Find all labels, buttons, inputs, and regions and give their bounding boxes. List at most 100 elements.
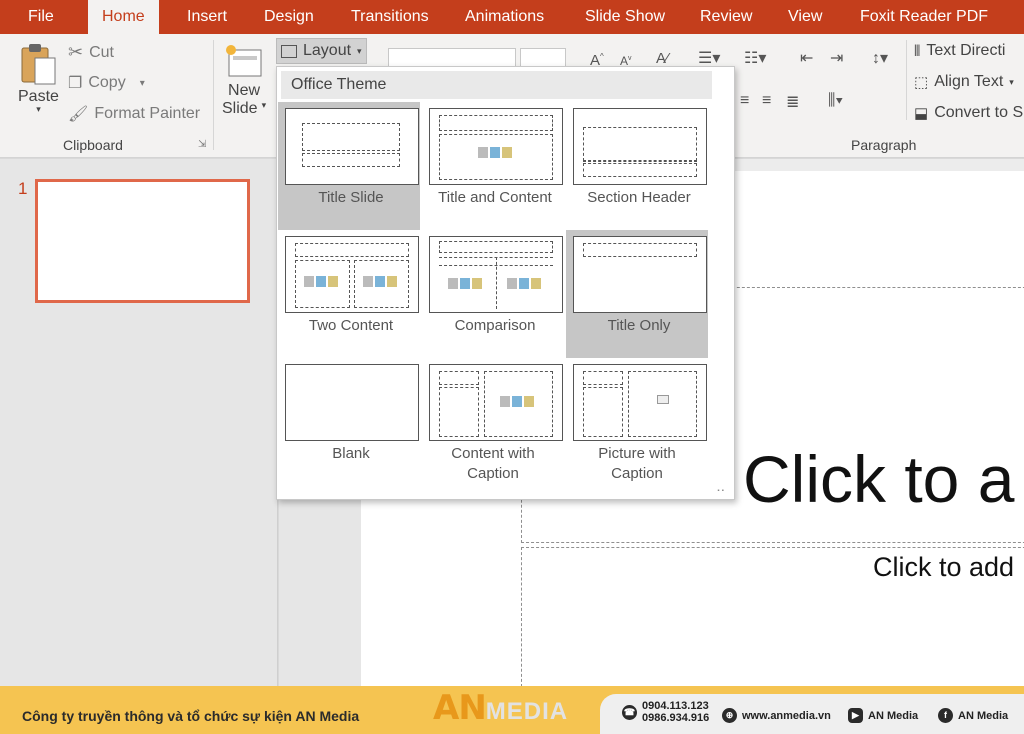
layout-item-title-and-content[interactable]: Title and Content	[422, 102, 564, 230]
new-slide-button[interactable]: New Slide ▾	[222, 42, 266, 118]
justify-icon[interactable]: ≣	[786, 92, 799, 112]
copy-label: Copy	[88, 74, 126, 91]
format-painter-label: Format Painter	[94, 105, 201, 122]
layout-thumb-blank	[285, 364, 419, 441]
align-text-label: Align Text	[934, 73, 1004, 90]
line-spacing-icon[interactable]: ↕▾	[872, 48, 888, 68]
increase-indent-icon[interactable]: ⇥	[830, 48, 843, 68]
align-text-button[interactable]: ⬚ Align Text ▾	[914, 73, 1014, 91]
columns-icon[interactable]: ⫼▾	[828, 92, 843, 110]
footer-website: ⊕ www.anmedia.vn	[722, 708, 831, 723]
numbering-icon[interactable]: ☷▾	[744, 48, 766, 68]
layout-item-title-only[interactable]: Title Only	[566, 230, 708, 358]
layout-label: Layout	[303, 42, 352, 59]
globe-icon: ⊕	[722, 708, 737, 723]
layout-label-picture-with-caption: Picture with Caption	[566, 444, 708, 484]
bullets-icon[interactable]: ☰▾	[698, 48, 720, 68]
footer-logo-an: AN	[433, 688, 487, 728]
resize-grip-icon[interactable]: ⠠⠄	[713, 484, 728, 495]
layout-item-picture-with-caption[interactable]: Picture with Caption	[566, 358, 708, 486]
layout-button[interactable]: Layout ▾	[276, 38, 367, 64]
tab-review[interactable]: Review	[686, 0, 766, 34]
layout-icon	[281, 44, 297, 58]
layout-thumb-title-and-content	[429, 108, 563, 185]
footer-phone-2: 0986.934.916	[642, 712, 710, 724]
text-direction-label: Text Directi	[926, 42, 1006, 59]
paragraph-group-label: Paragraph	[851, 137, 917, 153]
new-slide-label-line2: Slide	[222, 100, 258, 117]
tab-foxit-reader-pdf[interactable]: Foxit Reader PDF	[846, 0, 1002, 34]
layout-thumb-comparison	[429, 236, 563, 313]
layout-label-title-only: Title Only	[607, 317, 671, 334]
text-direction-icon: ⫴	[914, 42, 921, 60]
content-placeholder-icon	[363, 276, 397, 287]
paste-button[interactable]: Paste ▾	[18, 42, 59, 115]
picture-placeholder-icon	[657, 395, 669, 404]
content-placeholder-icon	[304, 276, 338, 287]
cut-button[interactable]: ✂ Cut	[68, 42, 114, 63]
new-slide-icon	[226, 45, 262, 77]
format-painter-button[interactable]: 🖌 Format Painter	[68, 104, 200, 124]
layout-label-comparison: Comparison	[454, 317, 536, 334]
tab-transitions[interactable]: Transitions	[337, 0, 443, 34]
layout-label-two-content: Two Content	[308, 317, 394, 334]
tab-design[interactable]: Design	[250, 0, 328, 34]
align-right-icon[interactable]: ≡	[762, 92, 771, 110]
group-divider	[213, 40, 214, 150]
tab-home[interactable]: Home	[88, 0, 159, 36]
group-divider	[906, 40, 907, 120]
new-slide-label-line1: New	[228, 82, 261, 99]
layout-item-blank[interactable]: Blank	[278, 358, 420, 486]
copy-button[interactable]: ❐ Copy ▾	[68, 73, 145, 93]
content-placeholder-icon	[507, 278, 541, 289]
paste-icon	[21, 44, 56, 85]
footer-banner: Công ty truyền thông và tổ chức sự kiện …	[0, 686, 1024, 734]
footer-phone: ☎ 0904.113.123 0986.934.916	[622, 700, 709, 724]
tab-slide-show[interactable]: Slide Show	[571, 0, 679, 34]
content-placeholder-icon	[500, 396, 534, 407]
content-placeholder-icon	[478, 147, 512, 158]
clipboard-launcher-icon[interactable]: ⇲	[198, 139, 206, 150]
title-placeholder-text: Click to a	[743, 442, 1015, 516]
smartart-icon: ⬓	[914, 105, 929, 122]
youtube-icon: ▶	[848, 708, 863, 723]
tab-file[interactable]: File	[14, 0, 68, 34]
tab-animations[interactable]: Animations	[451, 0, 558, 34]
layout-label-blank: Blank	[332, 445, 370, 462]
clear-formatting-icon[interactable]: A⁄	[656, 50, 669, 67]
footer-youtube: ▶ AN Media	[848, 708, 918, 723]
footer-logo: ANMEDIA	[433, 688, 568, 728]
align-text-dropdown-icon: ▾	[1009, 76, 1014, 87]
layout-item-content-with-caption[interactable]: Content with Caption	[422, 358, 564, 486]
layout-thumb-title-slide	[285, 108, 419, 185]
content-placeholder-icon	[448, 278, 482, 289]
slide-number: 1	[18, 179, 28, 198]
decrease-indent-icon[interactable]: ⇤	[800, 48, 813, 68]
phone-icon: ☎	[622, 704, 637, 720]
scissors-icon: ✂	[68, 42, 84, 62]
tab-insert[interactable]: Insert	[173, 0, 241, 34]
footer-website-text: www.anmedia.vn	[742, 709, 831, 722]
subtitle-placeholder-text: Click to add	[873, 552, 1015, 582]
layout-thumb-picture-with-caption	[573, 364, 707, 441]
text-direction-button[interactable]: ⫴ Text Directi	[914, 42, 1005, 60]
align-center-icon[interactable]: ≡	[740, 92, 749, 110]
layout-item-title-slide[interactable]: Title Slide	[278, 102, 420, 230]
copy-dropdown-icon[interactable]: ▾	[140, 78, 145, 89]
layout-label-section-header: Section Header	[587, 189, 691, 206]
new-slide-dropdown-icon[interactable]: ▾	[262, 100, 267, 118]
layout-item-comparison[interactable]: Comparison	[422, 230, 564, 358]
layout-item-section-header[interactable]: Section Header	[566, 102, 708, 230]
ribbon-tab-bar: File Home Insert Design Transitions Anim…	[0, 0, 1024, 36]
tab-view[interactable]: View	[774, 0, 836, 34]
convert-to-smartart-button[interactable]: ⬓ Convert to S	[914, 104, 1023, 122]
paste-dropdown-icon[interactable]: ▾	[36, 104, 41, 115]
footer-logo-media: MEDIA	[485, 698, 569, 725]
layout-item-two-content[interactable]: Two Content	[278, 230, 420, 358]
convert-to-label: Convert to S	[934, 104, 1024, 121]
facebook-icon: f	[938, 708, 953, 723]
slide-thumbnail[interactable]	[35, 179, 250, 303]
footer-facebook-text: AN Media	[958, 709, 1009, 722]
align-text-icon: ⬚	[914, 74, 929, 91]
footer-phone-1: 0904.113.123	[642, 700, 709, 712]
